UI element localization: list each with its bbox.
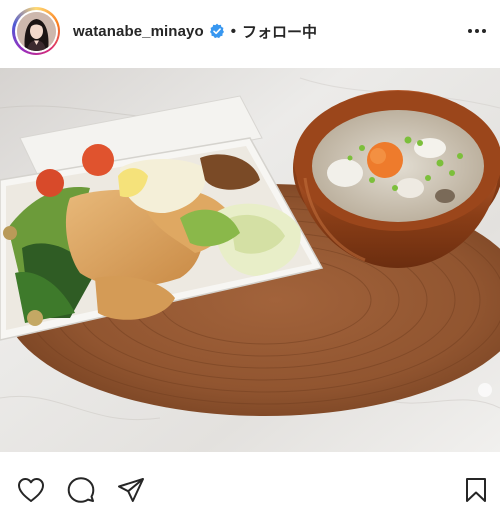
avatar[interactable]	[16, 11, 56, 51]
instagram-post: watanabe_minayo • フォロー中	[0, 0, 500, 515]
comment-icon[interactable]	[66, 475, 96, 505]
bookmark-icon[interactable]	[461, 475, 491, 505]
username[interactable]: watanabe_minayo	[73, 23, 204, 40]
post-header: watanabe_minayo • フォロー中	[0, 0, 500, 62]
more-options-icon[interactable]	[466, 20, 488, 42]
story-ring[interactable]	[12, 7, 60, 55]
post-photo[interactable]	[0, 68, 500, 452]
heart-icon[interactable]	[16, 475, 46, 505]
verified-badge-icon	[209, 23, 225, 39]
action-bar	[0, 462, 500, 515]
separator-dot: •	[230, 22, 236, 40]
following-button[interactable]: フォロー中	[242, 21, 317, 42]
send-icon[interactable]	[116, 475, 146, 505]
